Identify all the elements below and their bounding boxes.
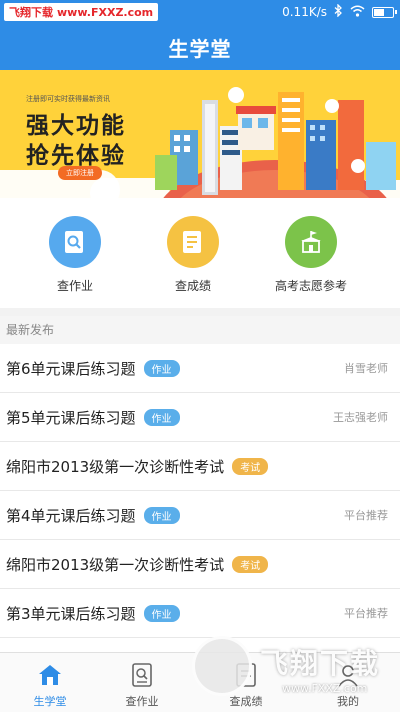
- bluetooth-icon: [334, 3, 343, 20]
- battery-icon: [372, 6, 397, 18]
- school-building-icon: [285, 216, 337, 268]
- list-item[interactable]: 第5单元课后练习题 作业 王志强老师: [0, 393, 400, 442]
- battery-level: [374, 8, 384, 16]
- quick-action-grades[interactable]: 查成绩: [138, 216, 248, 294]
- nav-tab-homework[interactable]: 查作业: [92, 653, 192, 712]
- watermark-site-url: www.FXXZ.com: [57, 5, 154, 19]
- page-title: 生学堂: [168, 36, 232, 61]
- status-indicators: 0.11K/s: [282, 0, 397, 24]
- home-icon: [36, 661, 64, 689]
- tag-exam-badge: 考试: [232, 555, 269, 573]
- quick-action-label: 查作业: [56, 279, 93, 293]
- city-illustration: [155, 87, 396, 198]
- list-item-title: 绵阳市2013级第一次诊断性考试: [6, 555, 225, 574]
- list-item[interactable]: 绵阳市2013级第一次诊断性考试 考试: [0, 442, 400, 491]
- banner-headline-1: 强大功能: [26, 113, 126, 139]
- list-item-title: 第6单元课后练习题: [6, 359, 136, 378]
- banner-headline-2: 抢先体验: [26, 143, 126, 169]
- list-item-source: 平台推荐: [344, 509, 388, 522]
- promo-banner[interactable]: 注册即可实时获得最新资讯 强大功能 抢先体验 立即注册: [0, 70, 400, 198]
- list-item[interactable]: 第6单元课后练习题 作业 肖雪老师: [0, 344, 400, 393]
- section-divider: [0, 308, 400, 316]
- list-item-source: 肖雪老师: [344, 362, 388, 375]
- tag-exam-badge: 考试: [232, 457, 269, 475]
- list-item-title: 绵阳市2013级第一次诊断性考试: [6, 457, 225, 476]
- network-speed: 0.11K/s: [282, 5, 327, 19]
- list-item-title: 第4单元课后练习题: [6, 506, 136, 525]
- quick-action-college-reference[interactable]: 高考志愿参考: [256, 216, 366, 294]
- nav-tab-label: 生学堂: [33, 695, 67, 708]
- watermark-title: 飞翔下载: [260, 647, 381, 680]
- register-now-button[interactable]: 立即注册: [58, 166, 102, 180]
- list-item[interactable]: 绵阳市2013级第一次诊断性考试 考试: [0, 540, 400, 589]
- watermark-logo-icon: [192, 636, 252, 696]
- tag-homework-badge: 作业: [143, 604, 180, 622]
- tag-homework-badge: 作业: [143, 359, 180, 377]
- wifi-icon: [350, 5, 365, 20]
- homework-icon: [128, 661, 156, 689]
- list-item-source: 王志强老师: [333, 411, 388, 424]
- nav-tab-label: 查作业: [125, 695, 159, 708]
- status-bar: 飞翔下载 www.FXXZ.com 0.11K/s: [0, 0, 400, 24]
- section-header: 最新发布: [0, 316, 400, 344]
- grade-report-icon: [167, 216, 219, 268]
- latest-list: 第6单元课后练习题 作业 肖雪老师 第5单元课后练习题 作业 王志强老师 绵阳市…: [0, 344, 400, 638]
- tag-homework-badge: 作业: [143, 506, 180, 524]
- quick-actions: 查作业 查成绩 高考志愿参考: [0, 198, 400, 308]
- search-document-icon: [49, 216, 101, 268]
- tag-homework-badge: 作业: [143, 408, 180, 426]
- list-item-title: 第5单元课后练习题: [6, 408, 136, 427]
- list-item-source: 平台推荐: [344, 607, 388, 620]
- banner-subtitle: 注册即可实时获得最新资讯: [26, 95, 110, 103]
- watermark-url: www.FXXZ.com: [282, 682, 368, 695]
- watermark-site-name: 飞翔下载: [9, 6, 53, 19]
- quick-action-label: 查成绩: [174, 279, 211, 293]
- title-bar: 生学堂: [0, 24, 400, 70]
- list-item[interactable]: 第3单元课后练习题 作业 平台推荐: [0, 589, 400, 638]
- watermark-bottom: 飞翔下载 www.FXXZ.com: [186, 632, 394, 708]
- list-item-title: 第3单元课后练习题: [6, 604, 136, 623]
- watermark-top: 飞翔下载 www.FXXZ.com: [4, 3, 159, 21]
- list-item[interactable]: 第4单元课后练习题 作业 平台推荐: [0, 491, 400, 540]
- quick-action-homework[interactable]: 查作业: [20, 216, 130, 294]
- nav-tab-home[interactable]: 生学堂: [0, 653, 100, 712]
- quick-action-label: 高考志愿参考: [274, 279, 347, 293]
